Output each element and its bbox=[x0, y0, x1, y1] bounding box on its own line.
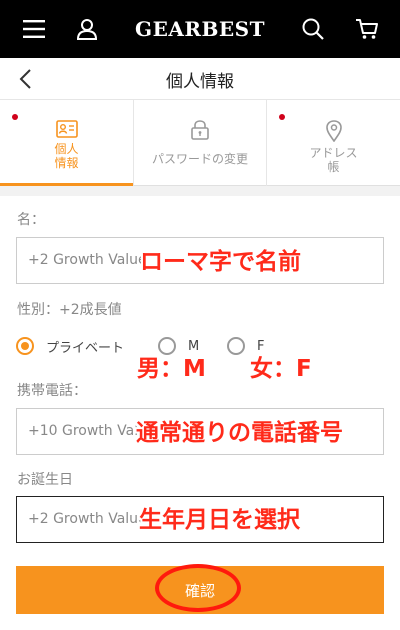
radio-selected-icon bbox=[16, 337, 34, 355]
male-annotation: 男：M bbox=[137, 356, 206, 382]
profile-tabs: 個人 情報 パスワードの変更 アドレス 帳 bbox=[0, 100, 400, 186]
page-header: 個人情報 bbox=[0, 58, 400, 100]
gearbest-logo[interactable]: GEARBEST bbox=[0, 17, 400, 41]
name-placeholder: +2 Growth Value bbox=[28, 252, 147, 268]
location-pin-icon bbox=[325, 120, 342, 142]
top-navigation-bar: GEARBEST bbox=[0, 0, 400, 58]
radio-label: F bbox=[257, 338, 265, 354]
cart-icon[interactable] bbox=[352, 14, 382, 44]
radio-label: M bbox=[188, 338, 200, 354]
birthday-annotation: 生年月日を選択 bbox=[139, 507, 300, 533]
notification-dot bbox=[279, 114, 285, 120]
gender-radio-female[interactable]: F bbox=[227, 334, 264, 358]
section-divider bbox=[0, 186, 400, 196]
gender-label: 性別：+2成長値 bbox=[17, 302, 122, 318]
tab-label: パスワードの変更 bbox=[151, 152, 248, 166]
name-annotation: ローマ字で名前 bbox=[140, 249, 301, 275]
radio-unselected-icon bbox=[227, 337, 245, 355]
lock-icon bbox=[191, 120, 209, 140]
tab-label: 個人 情報 bbox=[54, 142, 79, 170]
gender-radio-private[interactable]: プライベート bbox=[16, 334, 124, 358]
phone-label: 携帯電話： bbox=[17, 383, 87, 399]
radio-label: プライベート bbox=[46, 340, 125, 356]
phone-annotation: 通常通りの電話番号 bbox=[136, 420, 343, 446]
radio-unselected-icon bbox=[158, 337, 176, 355]
tab-address-book[interactable]: アドレス 帳 bbox=[267, 100, 400, 186]
female-annotation: 女：F bbox=[250, 356, 312, 382]
page-title: 個人情報 bbox=[166, 72, 234, 92]
notification-dot bbox=[12, 114, 18, 120]
gender-radio-group: プライベート M F bbox=[16, 334, 386, 358]
name-label: 名： bbox=[17, 212, 45, 228]
id-card-icon bbox=[55, 120, 78, 138]
tab-personal-info[interactable]: 個人 情報 bbox=[0, 100, 133, 186]
birthday-placeholder: +2 Growth Value bbox=[28, 511, 147, 527]
gender-radio-male[interactable]: M bbox=[158, 334, 199, 358]
highlight-circle bbox=[155, 564, 241, 612]
search-icon[interactable] bbox=[298, 14, 328, 44]
birthday-label: お誕生日 bbox=[17, 472, 73, 488]
tab-change-password[interactable]: パスワードの変更 bbox=[134, 100, 266, 186]
tab-label: アドレス 帳 bbox=[309, 146, 358, 174]
